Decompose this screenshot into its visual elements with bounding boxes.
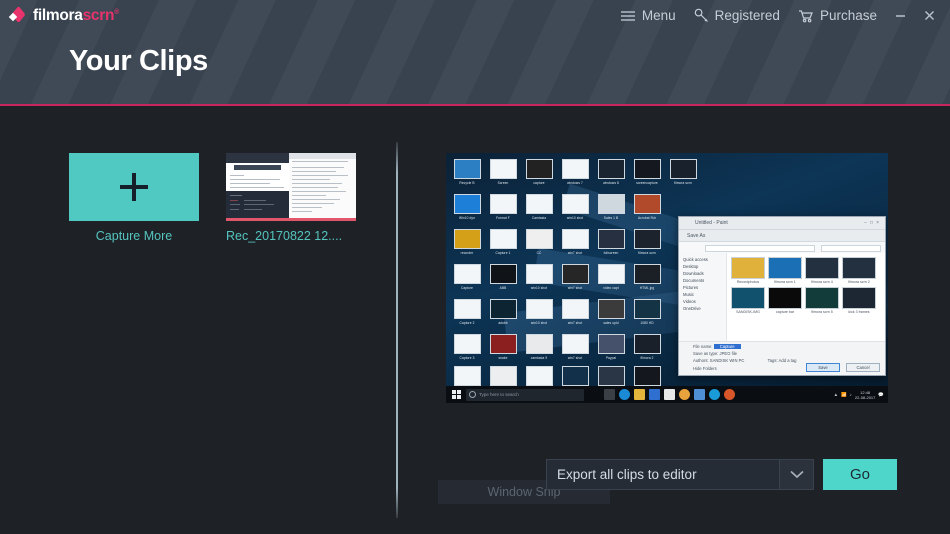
export-option-value: Export all clips to editor (557, 467, 697, 482)
video-player: Recycle B Screen capture windows 7 windo… (446, 153, 888, 403)
dialog-file-list[interactable]: Recordphotos filmora scrn 1 filmora scrn… (727, 253, 885, 341)
logo-registered-mark: ® (114, 8, 119, 16)
tags-value[interactable]: Add a tag (779, 358, 797, 363)
minimize-icon (896, 15, 905, 17)
save-as-type-label: Save as type: (693, 351, 719, 356)
plus-icon (120, 173, 148, 201)
filmora-diamond-icon (8, 5, 27, 24)
capture-more-label: Capture More (95, 229, 173, 243)
header-nav: Menu Registered Purchase (611, 0, 950, 31)
logo-word-scrn: scrn (82, 6, 115, 24)
shopping-cart-icon (798, 9, 814, 23)
minimize-button[interactable] (886, 0, 915, 31)
clip-thumbnail[interactable] (226, 153, 356, 221)
file-name-label: File name: (693, 344, 713, 349)
hamburger-menu-icon (620, 10, 636, 22)
clips-grid: Capture More Rec_20170822 12.... (69, 153, 356, 243)
logo-text: filmorascrn® (33, 8, 119, 24)
close-button[interactable] (915, 0, 944, 31)
dialog-sidebar[interactable]: Quick access Desktop Downloads Documents Pi… (679, 253, 727, 341)
windows-start-icon (446, 386, 466, 403)
save-as-dialog[interactable]: Untitled - Paint −□× Save As Quick acces… (678, 216, 886, 376)
dialog-parent-title: Untitled - Paint (695, 220, 728, 226)
dialog-save-button[interactable]: Save (806, 363, 840, 372)
filmora-scrn-window: filmorascrn® Menu Registered Purchase Yo… (0, 0, 950, 534)
purchase-button-label: Purchase (819, 8, 877, 23)
export-row: Export all clips to editor Go (546, 459, 897, 490)
dialog-title: Save As (687, 233, 706, 239)
taskbar-apps (604, 389, 735, 400)
taskbar-tray: ▲ 📶 ♪ 12:48 22-08-2017 💬 (833, 389, 884, 400)
title-bar: filmorascrn® Menu Registered Purchase (0, 0, 950, 31)
app-header: filmorascrn® Menu Registered Purchase Yo… (0, 0, 950, 106)
tags-label: Tags: (767, 358, 778, 363)
app-logo: filmorascrn® (8, 5, 119, 24)
logo-word-filmora: filmora (33, 6, 83, 24)
menu-button-label: Menu (641, 8, 676, 23)
menu-button[interactable]: Menu (611, 0, 685, 31)
taskbar-search-placeholder: Type here to search (479, 392, 519, 397)
authors-label: Authors: (693, 358, 709, 363)
purchase-button[interactable]: Purchase (789, 0, 886, 31)
preview-taskbar: Type here to search ▲ 📶 ♪ 12:48 22-08-2017 (446, 386, 888, 403)
key-icon (694, 8, 709, 23)
video-preview[interactable]: Recycle B Screen capture windows 7 windo… (446, 153, 888, 403)
clip-label: Rec_20170822 12.... (226, 229, 343, 243)
clip-item[interactable]: Rec_20170822 12.... (226, 153, 356, 243)
authors-value: SANDISK WIN PC (709, 358, 745, 363)
taskbar-search-box: Type here to search (466, 388, 584, 401)
capture-more-thumbnail[interactable] (69, 153, 199, 221)
clips-panel: Capture More Rec_20170822 12.... (0, 106, 396, 534)
dialog-cancel-button[interactable]: Cancel (846, 363, 880, 372)
page-title: Your Clips (69, 45, 208, 77)
search-icon (469, 391, 476, 398)
capture-more-tile[interactable]: Capture More (69, 153, 199, 243)
registered-button-label: Registered (714, 8, 780, 23)
registered-button[interactable]: Registered (685, 0, 789, 31)
file-name-value[interactable]: Capture (713, 344, 741, 349)
export-option-select[interactable]: Export all clips to editor (546, 459, 814, 490)
close-icon (925, 11, 934, 20)
panel-divider (396, 142, 398, 518)
save-as-type-value[interactable]: JPEG file (720, 351, 737, 356)
chevron-down-icon[interactable] (779, 460, 813, 489)
go-button[interactable]: Go (823, 459, 897, 490)
